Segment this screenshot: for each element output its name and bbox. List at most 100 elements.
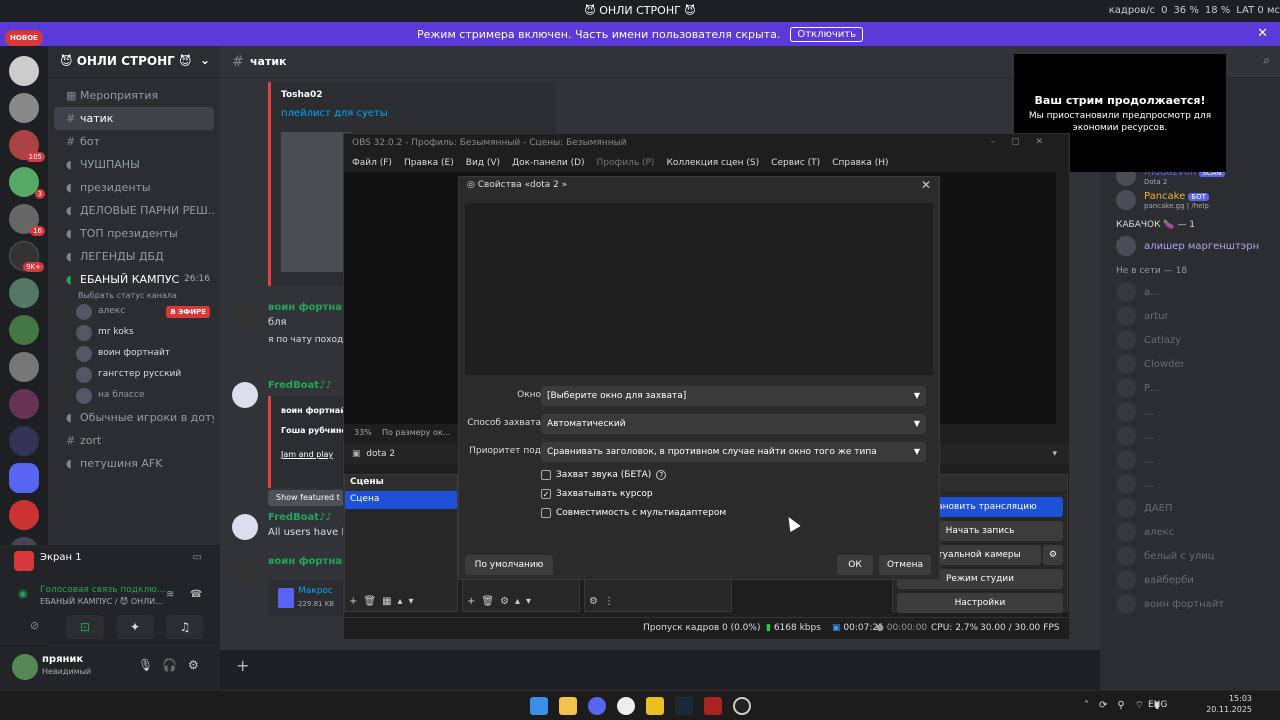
add-attachment-icon[interactable]: + bbox=[236, 656, 249, 675]
member-item[interactable]: воин фортнайт bbox=[1100, 592, 1280, 616]
message-author[interactable]: FredBoat♪♪ bbox=[268, 512, 332, 523]
server-icon[interactable] bbox=[9, 56, 39, 86]
scene-item[interactable]: Сцена bbox=[345, 491, 457, 509]
menu-tools[interactable]: Сервис (T) bbox=[771, 158, 820, 168]
avatar[interactable] bbox=[232, 558, 258, 584]
close-icon[interactable]: ✕ bbox=[921, 178, 931, 192]
zoom-value[interactable]: 33% bbox=[354, 428, 372, 437]
microphone-icon[interactable]: 🎙 bbox=[138, 658, 153, 672]
member-item[interactable]: artur bbox=[1100, 304, 1280, 328]
disconnect-icon[interactable]: ☎ bbox=[190, 589, 202, 600]
menu-help[interactable]: Справка (H) bbox=[832, 158, 888, 168]
headphones-icon[interactable]: 🎧 bbox=[162, 658, 177, 672]
server-icon[interactable]: 9K+ bbox=[9, 241, 44, 272]
capture-cursor-checkbox[interactable]: ✓ Захватывать курсор bbox=[541, 489, 653, 499]
activities-button[interactable]: ✦ bbox=[116, 615, 154, 639]
member-item[interactable]: Р... bbox=[1100, 376, 1280, 400]
server-icon[interactable] bbox=[9, 352, 39, 382]
priority-select[interactable]: Сравнивать заголовок, в противном случае… bbox=[541, 442, 926, 462]
member-item[interactable]: вайберби bbox=[1100, 568, 1280, 592]
channel-chatik[interactable]: # чатик bbox=[54, 107, 214, 130]
server-icon[interactable] bbox=[9, 500, 39, 530]
voice-user[interactable]: mr koks bbox=[48, 322, 220, 343]
expand-icon[interactable]: ▭ bbox=[193, 552, 202, 563]
start-icon[interactable] bbox=[530, 697, 548, 715]
menu-edit[interactable]: Правка (E) bbox=[404, 158, 454, 168]
member-item[interactable]: ... bbox=[1100, 448, 1280, 472]
member-item[interactable]: ... bbox=[1100, 472, 1280, 496]
window-controls[interactable]: –▢✕ bbox=[990, 137, 1059, 147]
camera-off-icon[interactable]: ⊘ bbox=[30, 619, 39, 632]
voice-user[interactable]: алекс В ЭФИРЕ bbox=[48, 301, 220, 322]
file-name[interactable]: Макрос bbox=[298, 586, 333, 596]
avatar[interactable] bbox=[232, 382, 258, 408]
browser-icon[interactable] bbox=[617, 697, 635, 715]
gear-icon[interactable]: ⚙ bbox=[188, 658, 199, 672]
voice-channel[interactable]: ◖ ДЕЛОВЫЕ ПАРНИ РЕШ... bbox=[54, 199, 214, 222]
menu-view[interactable]: Вид (V) bbox=[466, 158, 500, 168]
avatar[interactable] bbox=[12, 654, 38, 680]
ok-button[interactable]: ОК bbox=[837, 555, 873, 575]
member-item[interactable]: ДАЕП bbox=[1100, 496, 1280, 520]
capture-method-select[interactable]: Автоматический ▼ bbox=[541, 414, 926, 434]
chevron-down-icon[interactable]: ▾ bbox=[1052, 444, 1057, 464]
member-item[interactable]: Clowder bbox=[1100, 352, 1280, 376]
menu-scene-collection[interactable]: Коллекция сцен (S) bbox=[666, 158, 759, 168]
multiadapter-checkbox[interactable]: Совместимость с мультиадаптером bbox=[541, 508, 726, 518]
voice-user[interactable]: воин фортнайт bbox=[48, 343, 220, 364]
defaults-button[interactable]: По умолчанию bbox=[465, 555, 553, 575]
capture-audio-checkbox[interactable]: Захват звука (БЕТА)? bbox=[541, 470, 667, 480]
server-icon[interactable] bbox=[9, 426, 39, 456]
message-author[interactable]: воин фортнайт bbox=[268, 556, 355, 567]
member-item[interactable]: алекс bbox=[1100, 520, 1280, 544]
member-item[interactable]: алишер маргенштэрн bbox=[1100, 234, 1280, 258]
window-select[interactable]: [Выберите окно для захвата] ▼ bbox=[541, 386, 926, 406]
embed-image[interactable] bbox=[281, 132, 351, 272]
search-icon[interactable]: ⌕ bbox=[1263, 53, 1270, 68]
text-channel[interactable]: # zort bbox=[54, 429, 214, 452]
server-icon[interactable]: 3 bbox=[9, 167, 45, 199]
server-icon[interactable] bbox=[9, 315, 39, 345]
explorer-icon[interactable] bbox=[559, 697, 577, 715]
server-icon[interactable] bbox=[9, 389, 39, 419]
soundboard-button[interactable]: ♫ bbox=[166, 615, 204, 639]
settings-button[interactable]: Настройки bbox=[897, 593, 1063, 613]
message-author[interactable]: воин фортнайт bbox=[268, 302, 355, 313]
member-item[interactable]: а... bbox=[1100, 280, 1280, 304]
menu-file[interactable]: Файл (F) bbox=[352, 158, 392, 168]
voice-status-channel[interactable]: ЕБАНЫЙ КАМПУС / 😈 ОНЛИ... bbox=[40, 597, 163, 606]
member-item[interactable]: Pancake БОТ pancake.gg | /help bbox=[1100, 188, 1280, 212]
avatar[interactable] bbox=[232, 304, 258, 330]
scene-controls[interactable]: +🗑▦▴▾ bbox=[349, 596, 420, 607]
voice-channel[interactable]: ◖ президенты bbox=[54, 176, 214, 199]
server-icon[interactable]: 16 bbox=[9, 204, 45, 236]
show-featured-button[interactable]: Show featured t bbox=[268, 490, 344, 506]
channel-status[interactable]: Выбрать статус канала bbox=[48, 291, 220, 301]
embed-title-link[interactable]: плейлист для суеты bbox=[281, 108, 388, 119]
obs-icon[interactable] bbox=[733, 697, 751, 715]
server-icon[interactable] bbox=[9, 93, 39, 123]
screen-share-label[interactable]: Экран 1 bbox=[40, 552, 82, 563]
close-icon[interactable]: ✕ bbox=[1257, 26, 1268, 41]
file-attachment[interactable]: Макрос 229.81 KB bbox=[268, 580, 352, 616]
mixer-controls[interactable]: ⚙⋮ bbox=[589, 596, 620, 607]
dota-icon[interactable] bbox=[704, 697, 722, 715]
voice-user[interactable]: гангстер русский bbox=[48, 364, 220, 385]
avatar[interactable] bbox=[232, 514, 258, 540]
voice-channel-active[interactable]: ◖ ЕБАНЫЙ КАМПУС 26:16 bbox=[54, 268, 214, 291]
voice-channel[interactable]: ◖ петушиня AFK bbox=[54, 452, 214, 475]
clock-date[interactable]: 20.11.2025 bbox=[1200, 705, 1252, 714]
noise-suppression-icon[interactable]: ≋ bbox=[166, 589, 174, 600]
steam-icon[interactable] bbox=[675, 697, 693, 715]
folder-icon[interactable] bbox=[9, 463, 39, 493]
voice-channel[interactable]: ◖ ТОП президенты bbox=[54, 222, 214, 245]
disable-streamer-mode-button[interactable]: Отключить bbox=[790, 26, 863, 42]
cancel-button[interactable]: Отмена bbox=[879, 555, 931, 575]
screen-share-button[interactable]: ⊡ bbox=[66, 615, 104, 639]
clock-time[interactable]: 15:03 bbox=[1228, 694, 1252, 703]
channel-events[interactable]: ▦ Мероприятия bbox=[54, 84, 214, 107]
server-icon[interactable] bbox=[9, 278, 39, 308]
voice-channel[interactable]: ◖ ЛЕГЕНДЫ ДБД bbox=[54, 245, 214, 268]
member-item[interactable]: белый с улиц bbox=[1100, 544, 1280, 568]
server-icon[interactable]: 105 bbox=[9, 130, 45, 162]
